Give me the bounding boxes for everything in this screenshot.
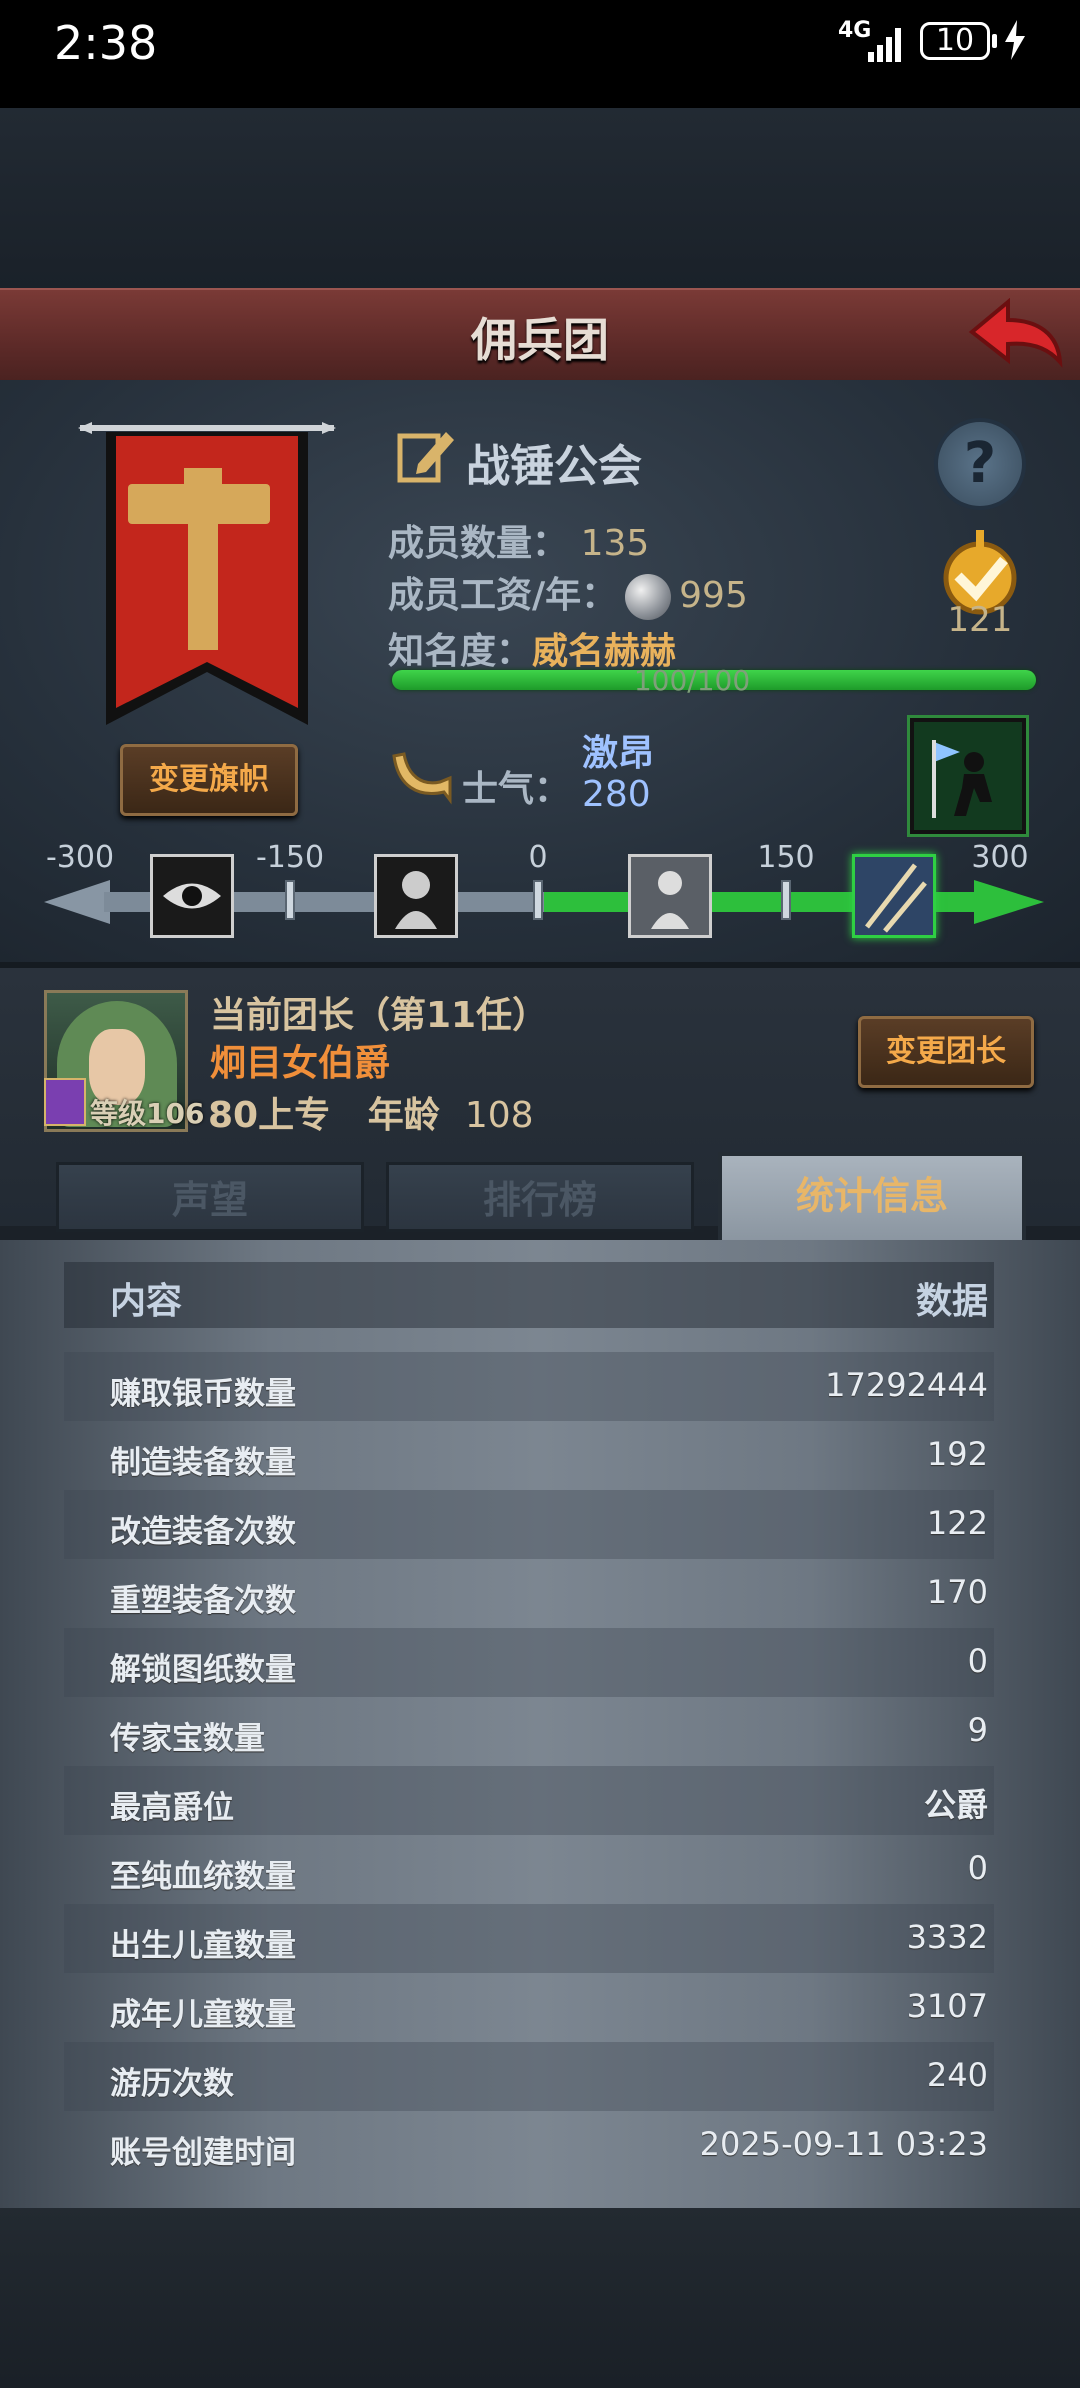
scale-tick [533,880,543,920]
leader-level: 等级106 [90,1097,205,1130]
leader-info: 80上专 年龄 108 [208,1086,534,1138]
members-label: 成员数量： [388,523,569,564]
row-value: 170 [926,1573,988,1611]
table-row: 传家宝数量 9 [64,1697,994,1766]
silver-coin-icon [625,574,672,620]
page-title: 佣兵团 [471,313,609,367]
table-row: 最高爵位 公爵 [64,1766,994,1835]
row-label: 赚取银币数量 [110,1376,296,1412]
table-row: 重塑装备次数 170 [64,1559,994,1628]
morale-word: 激昂 [582,733,655,774]
change-flag-button[interactable]: 变更旗帜 [120,744,298,816]
row-value: 0 [967,1849,988,1887]
network-type: 4G [838,18,872,43]
table-row: 账号创建时间 2025-09-11 03:23 [64,2111,994,2180]
row-value: 17292444 [825,1366,988,1404]
scale-tick-label: 150 [757,840,815,875]
status-bar: 2:38 4G 10 [0,0,1080,108]
table-row: 成年儿童数量 3107 [64,1973,994,2042]
row-label: 出生儿童数量 [110,1928,296,1964]
row-value: 122 [926,1504,988,1542]
row-value: 2025-09-11 03:23 [699,2125,988,2163]
morale-scale: -300 -150 0 150 300 [44,840,1044,950]
scale-tick [781,880,791,920]
calm-mood-icon [628,854,712,938]
scale-tick-label: 300 [971,840,1029,875]
scale-tick-label: -300 [45,840,115,875]
charging-icon [1005,20,1025,60]
row-value: 192 [926,1435,988,1473]
signal-icon [868,22,908,62]
column-data: 数据 [915,1281,988,1322]
row-label: 成年儿童数量 [110,1997,296,2033]
battery-icon: 10 [920,22,990,60]
scale-tick-label: 0 [528,840,548,875]
row-label: 账号创建时间 [110,2135,296,2171]
top-spacer [0,108,1080,288]
fame-progress-text: 100/100 [633,664,751,697]
change-leader-button[interactable]: 变更团长 [858,1016,1034,1088]
table-row: 游历次数 240 [64,2042,994,2111]
table-row: 出生儿童数量 3332 [64,1904,994,1973]
guild-banner [78,422,336,725]
row-label: 制造装备数量 [110,1445,296,1481]
edit-name-icon[interactable] [396,424,456,484]
excited-mood-icon [852,854,936,938]
leader-name: 炯目女伯爵 [210,1043,391,1084]
row-label: 最高爵位 [110,1790,234,1826]
morale-value: 280 [582,774,651,815]
scale-right-arrow [974,880,1044,924]
salary-value: 995 [679,575,748,616]
salary-line: 成员工资/年： 995 [388,566,748,620]
row-value: 240 [926,2056,988,2094]
table-row: 至纯血统数量 0 [64,1835,994,1904]
salary-label: 成员工资/年： [388,575,618,616]
row-value: 3332 [906,1918,988,1956]
horn-icon [392,752,452,805]
age-label: 年龄 [367,1095,440,1136]
rank-value: 121 [947,600,1013,640]
status-time: 2:38 [54,16,158,70]
morale-label: 士气： [462,769,571,810]
leader-title: 当前团长（第11任） [210,995,549,1036]
row-label: 重塑装备次数 [110,1583,296,1619]
members-line: 成员数量： 135 [388,514,649,566]
tab-reputation[interactable]: 声望 [56,1162,364,1232]
battery-tip [992,34,997,48]
page-header: 佣兵团 [0,288,1080,385]
row-label: 改造装备次数 [110,1514,296,1550]
leader-rank: 80上专 [208,1095,331,1136]
scale-tick-label: -150 [255,840,325,875]
tab-statistics[interactable]: 统计信息 [718,1152,1026,1240]
row-value: 3107 [906,1987,988,2025]
back-arrow-icon[interactable] [968,298,1066,368]
table-row: 制造装备数量 192 [64,1421,994,1490]
tab-bar: 声望 排行榜 统计信息 [0,1152,1080,1240]
staff-class-icon [44,1078,86,1126]
stats-table-header: 内容 数据 [64,1262,994,1328]
members-value: 135 [580,523,650,564]
row-label: 传家宝数量 [110,1721,265,1757]
tab-leaderboard[interactable]: 排行榜 [386,1162,694,1232]
age-value: 108 [464,1095,534,1136]
row-value: 公爵 [923,1786,988,1824]
column-content: 内容 [110,1281,183,1322]
table-row: 解锁图纸数量 0 [64,1628,994,1697]
bottom-area [0,2208,1080,2388]
table-row: 赚取银币数量 17292444 [64,1352,994,1421]
charge-banner-icon[interactable] [910,718,1026,834]
row-value: 9 [967,1711,988,1749]
row-label: 游历次数 [110,2066,234,2102]
table-row: 改造装备次数 122 [64,1490,994,1559]
guild-name: 战锤公会 [466,441,642,492]
help-icon[interactable]: ? [934,418,1026,510]
row-label: 解锁图纸数量 [110,1652,296,1688]
row-value: 0 [967,1642,988,1680]
row-label: 至纯血统数量 [110,1859,296,1895]
scale-tick [285,880,295,920]
sad-mood-icon [374,854,458,938]
despair-mood-icon [150,854,234,938]
